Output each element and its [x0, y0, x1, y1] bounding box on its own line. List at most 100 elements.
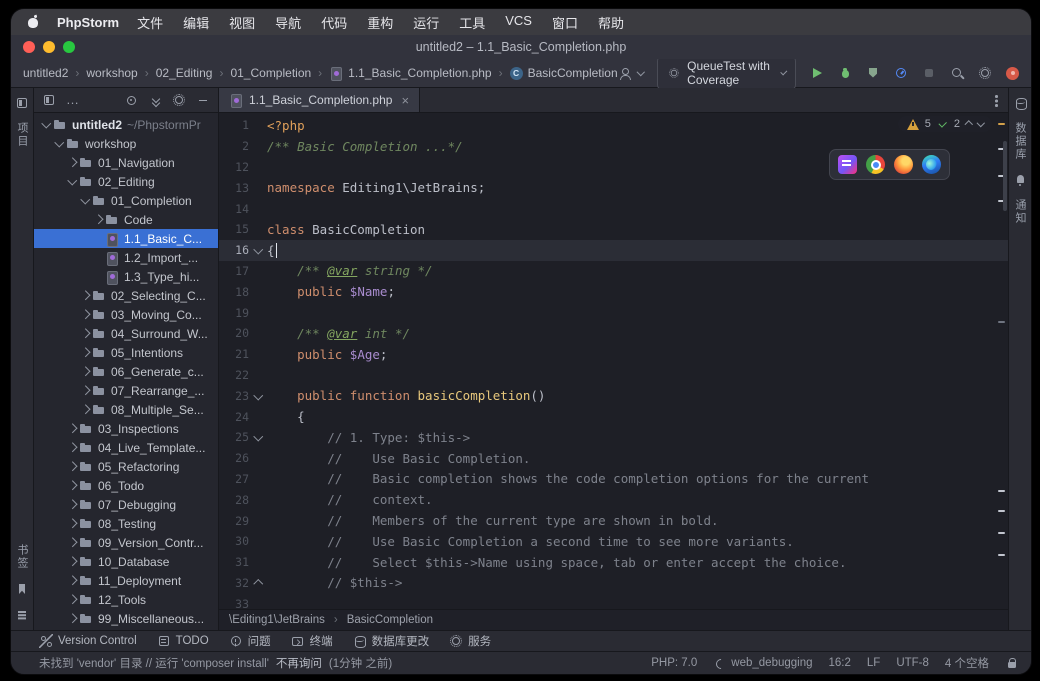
status-widget[interactable]: UTF-8: [896, 657, 929, 669]
tree-row[interactable]: 03_Moving_Co...: [34, 305, 218, 324]
database-icon[interactable]: [1013, 96, 1027, 110]
editor-tab[interactable]: 1.1_Basic_Completion.php ×: [219, 88, 420, 112]
status-widget[interactable]: PHP: 7.0: [651, 657, 697, 669]
tree-row[interactable]: 07_Rearrange_...: [34, 381, 218, 400]
tree-row[interactable]: 04_Surround_W...: [34, 324, 218, 343]
toolwindow-button[interactable]: 服务: [449, 633, 491, 649]
tree-row[interactable]: 05_Intentions: [34, 343, 218, 362]
menu-item[interactable]: 帮助: [598, 13, 624, 32]
structure-icon[interactable]: [15, 608, 29, 622]
breadcrumb-item[interactable]: BasicCompletion: [510, 66, 618, 80]
close-window-button[interactable]: [23, 41, 35, 53]
tree-row[interactable]: workshop: [34, 134, 218, 153]
code-line[interactable]: 21 public $Age;: [219, 344, 1008, 365]
editor[interactable]: 1<?php2/** Basic Completion ...*/1213nam…: [219, 113, 1008, 609]
hide-panel-button[interactable]: [196, 93, 210, 107]
run-with-coverage-button[interactable]: [866, 66, 880, 80]
project-toolwindow-icon[interactable]: [15, 96, 29, 110]
notifications-icon[interactable]: [1013, 173, 1027, 187]
tree-toggle-icon[interactable]: [66, 558, 79, 565]
toolwindow-button[interactable]: 终端: [291, 633, 333, 649]
code-line[interactable]: 15class BasicCompletion: [219, 219, 1008, 240]
tree-toggle-icon[interactable]: [66, 425, 79, 432]
code-line[interactable]: 28 // context.: [219, 489, 1008, 510]
fold-marker-icon[interactable]: [249, 394, 267, 399]
tree-row[interactable]: 08_Testing: [34, 514, 218, 533]
code-line[interactable]: 29 // Members of the current type are sh…: [219, 510, 1008, 531]
previous-issue-icon[interactable]: [965, 121, 973, 129]
notifications-toolwindow-button[interactable]: 通知: [1012, 199, 1028, 225]
code-line[interactable]: 1<?php: [219, 115, 1008, 136]
code-line[interactable]: 32 // $this->: [219, 573, 1008, 594]
menu-item[interactable]: 视图: [229, 13, 255, 32]
tree-row[interactable]: 12_Tools: [34, 590, 218, 609]
tree-toggle-icon[interactable]: [66, 482, 79, 489]
breadcrumb-item[interactable]: 02_Editing: [156, 66, 213, 80]
phpstorm-browser-icon[interactable]: [838, 155, 857, 174]
bookmarks-toolwindow-button[interactable]: 书签: [14, 544, 30, 570]
tree-row[interactable]: 02_Editing: [34, 172, 218, 191]
debug-button[interactable]: [838, 66, 852, 80]
tree-toggle-icon[interactable]: [66, 615, 79, 622]
menu-item[interactable]: 运行: [413, 13, 439, 32]
edge-browser-icon[interactable]: [922, 155, 941, 174]
tree-toggle-icon[interactable]: [92, 216, 105, 223]
code-line[interactable]: 30 // Use Basic Completion a second time…: [219, 531, 1008, 552]
inspection-widget[interactable]: 5 2: [898, 116, 992, 132]
status-widget[interactable]: 4 个空格: [945, 655, 989, 671]
tree-toggle-icon[interactable]: [66, 501, 79, 508]
tree-row[interactable]: 07_Debugging: [34, 495, 218, 514]
tree-toggle-icon[interactable]: [66, 463, 79, 470]
menu-item[interactable]: 导航: [275, 13, 301, 32]
tree-toggle-icon[interactable]: [66, 539, 79, 546]
window-titlebar[interactable]: untitled2 – 1.1_Basic_Completion.php: [11, 35, 1031, 59]
breadcrumb-item[interactable]: workshop: [86, 66, 137, 80]
tree-row[interactable]: 09_Version_Contr...: [34, 533, 218, 552]
code-line[interactable]: 17 /** @var string */: [219, 261, 1008, 282]
close-tab-icon[interactable]: ×: [401, 93, 409, 108]
tree-row[interactable]: 04_Live_Template...: [34, 438, 218, 457]
scrollbar-thumb[interactable]: [1003, 141, 1007, 211]
toolwindow-button[interactable]: Version Control: [39, 634, 137, 648]
record-button[interactable]: [1006, 67, 1019, 80]
apple-menu-icon[interactable]: [27, 15, 39, 29]
fold-marker-icon[interactable]: [249, 435, 267, 440]
code-line[interactable]: 23 public function basicCompletion(): [219, 385, 1008, 406]
editor-breadcrumb-item[interactable]: BasicCompletion: [347, 614, 433, 626]
dismiss-link[interactable]: 不再询问: [276, 655, 322, 671]
tree-toggle-icon[interactable]: [79, 292, 92, 299]
code-line[interactable]: 16{: [219, 240, 1008, 261]
tree-row[interactable]: 1.2_Import_...: [34, 248, 218, 267]
code-line[interactable]: 31 // Select $this->Name using space, ta…: [219, 552, 1008, 573]
project-settings-button[interactable]: [172, 93, 186, 107]
code-line[interactable]: 13namespace Editing1\JetBrains;: [219, 177, 1008, 198]
menu-item[interactable]: 窗口: [552, 13, 578, 32]
code-line[interactable]: 18 public $Name;: [219, 281, 1008, 302]
status-widget[interactable]: [1005, 656, 1019, 670]
tree-toggle-icon[interactable]: [66, 577, 79, 584]
code-line[interactable]: 22: [219, 365, 1008, 386]
toolwindow-button[interactable]: 问题: [229, 633, 271, 649]
tree-row[interactable]: 01_Navigation: [34, 153, 218, 172]
tree-row[interactable]: 01_Completion: [34, 191, 218, 210]
profiler-button[interactable]: [894, 66, 908, 80]
tree-row[interactable]: Code: [34, 210, 218, 229]
breadcrumb-item[interactable]: 01_Completion: [230, 66, 311, 80]
tree-row[interactable]: 02_Selecting_C...: [34, 286, 218, 305]
firefox-browser-icon[interactable]: [894, 155, 913, 174]
status-widget[interactable]: 16:2: [829, 657, 851, 669]
code-line[interactable]: 25 // 1. Type: $this->: [219, 427, 1008, 448]
menu-item[interactable]: 重构: [367, 13, 393, 32]
code-line[interactable]: 24 {: [219, 406, 1008, 427]
menu-item[interactable]: 编辑: [183, 13, 209, 32]
code-line[interactable]: 20 /** @var int */: [219, 323, 1008, 344]
tree-row[interactable]: 06_Generate_c...: [34, 362, 218, 381]
tree-toggle-icon[interactable]: [79, 311, 92, 318]
breadcrumb-item[interactable]: untitled2: [23, 66, 68, 80]
tree-toggle-icon[interactable]: [66, 159, 79, 166]
stop-button[interactable]: [922, 66, 936, 80]
tree-toggle-icon[interactable]: [40, 122, 53, 127]
tree-toggle-icon[interactable]: [79, 349, 92, 356]
tree-row[interactable]: 1.1_Basic_C...: [34, 229, 218, 248]
code-line[interactable]: 33: [219, 593, 1008, 609]
